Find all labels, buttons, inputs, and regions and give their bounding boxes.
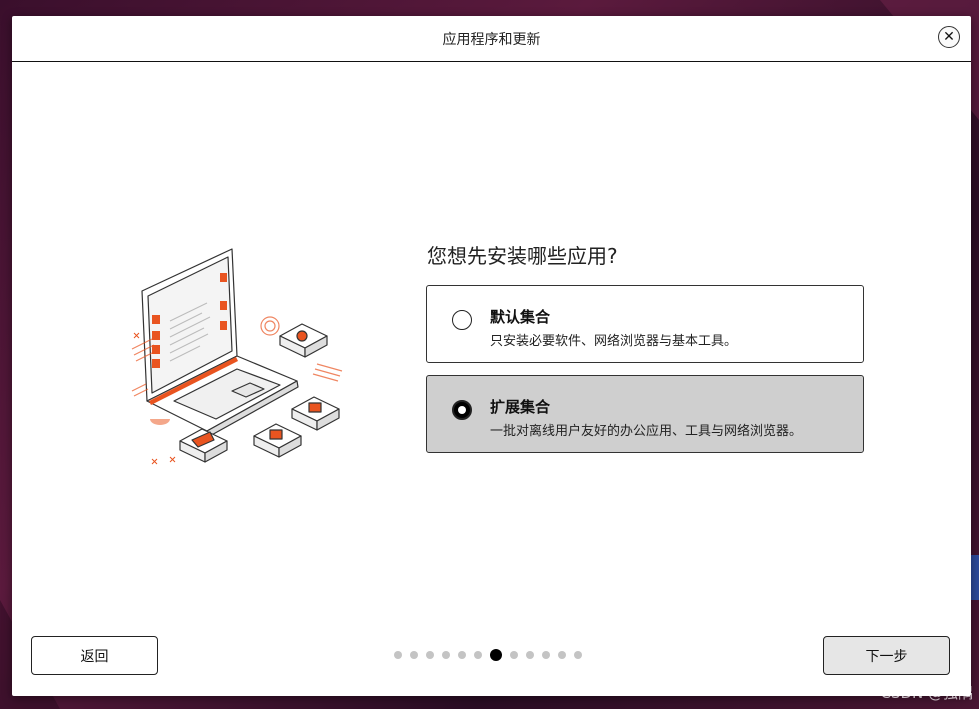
progress-dots (394, 649, 582, 661)
close-button[interactable]: ✕ (938, 26, 960, 48)
option-title: 扩展集合 (490, 398, 551, 416)
progress-dot (474, 651, 482, 659)
radio-filled-icon[interactable] (452, 400, 472, 420)
progress-dot-active (490, 649, 502, 661)
option-description: 一批对离线用户友好的办公应用、工具与网络浏览器。 (490, 424, 803, 439)
watermark: CSDN @独隅 (880, 684, 973, 702)
option-extended-set[interactable]: 扩展集合 一批对离线用户友好的办公应用、工具与网络浏览器。 (426, 375, 864, 453)
radio-empty-icon[interactable] (452, 310, 472, 330)
progress-dot (542, 651, 550, 659)
setup-window: 应用程序和更新 ✕ 您想先安装哪些应用? 默认集合 只安装必要软件、网络浏览器与… (12, 16, 971, 696)
progress-dot (510, 651, 518, 659)
back-button[interactable]: 返回 (31, 636, 158, 675)
progress-dot (458, 651, 466, 659)
progress-dot (410, 651, 418, 659)
next-button[interactable]: 下一步 (823, 636, 950, 675)
progress-dot (426, 651, 434, 659)
progress-dot (394, 651, 402, 659)
laptop-apps-illustration (131, 248, 343, 465)
window-title: 应用程序和更新 (442, 31, 541, 48)
title-bar: 应用程序和更新 ✕ (12, 16, 971, 62)
close-icon: ✕ (943, 29, 955, 45)
progress-dot (526, 651, 534, 659)
progress-dot (558, 651, 566, 659)
progress-dot (574, 651, 582, 659)
option-default-set[interactable]: 默认集合 只安装必要软件、网络浏览器与基本工具。 (426, 285, 864, 363)
option-description: 只安装必要软件、网络浏览器与基本工具。 (490, 334, 738, 349)
progress-dot (442, 651, 450, 659)
question-heading: 您想先安装哪些应用? (427, 244, 618, 268)
option-title: 默认集合 (490, 308, 551, 326)
